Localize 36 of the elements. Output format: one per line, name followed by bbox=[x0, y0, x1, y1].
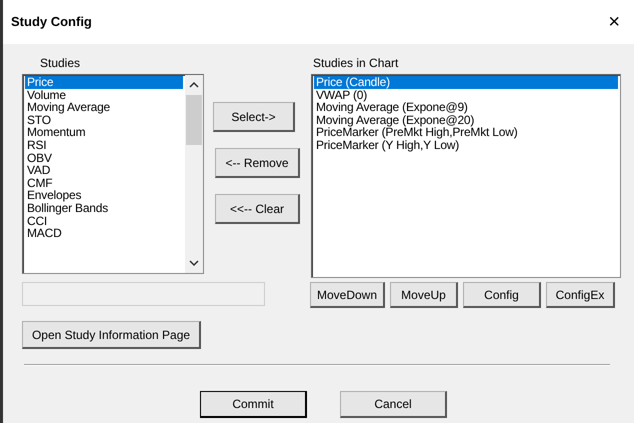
list-item[interactable]: RSI bbox=[25, 138, 183, 152]
list-item[interactable]: PriceMarker (PreMkt High,PreMkt Low) bbox=[314, 126, 618, 139]
list-item[interactable]: STO bbox=[25, 114, 183, 126]
move-up-button[interactable]: MoveUp bbox=[390, 282, 458, 308]
list-item[interactable]: Moving Average (Expone@9) bbox=[314, 101, 618, 114]
list-item[interactable]: MACD bbox=[25, 227, 183, 240]
close-button[interactable]: × bbox=[604, 12, 624, 32]
config-button[interactable]: Config bbox=[463, 282, 541, 308]
list-item[interactable]: Envelopes bbox=[25, 189, 183, 202]
list-item[interactable]: Volume bbox=[25, 88, 183, 102]
list-item[interactable]: Momentum bbox=[25, 126, 183, 139]
info-page-button[interactable]: Open Study Information Page bbox=[22, 321, 201, 349]
cancel-button[interactable]: Cancel bbox=[340, 391, 447, 418]
list-item[interactable]: CCI bbox=[25, 214, 183, 228]
remove-button[interactable]: <-- Remove bbox=[215, 148, 300, 178]
list-item[interactable]: OBV bbox=[25, 152, 183, 164]
list-item[interactable]: Price (Candle) bbox=[314, 76, 618, 89]
move-down-button[interactable]: MoveDown bbox=[310, 282, 385, 308]
window-title: Study Config bbox=[11, 13, 92, 32]
clear-button[interactable]: <<-- Clear bbox=[215, 194, 300, 224]
list-item[interactable]: Moving Average (Expone@20) bbox=[314, 114, 618, 126]
studies-list[interactable]: Price Volume Moving Average STO Momentum RSI OBV VAD CMF Envelopes Bollinger Bands CCI MACD bbox=[22, 74, 204, 274]
list-item[interactable]: VWAP (0) bbox=[314, 88, 618, 102]
commit-button[interactable]: Commit bbox=[200, 391, 307, 418]
list-label: Studies bbox=[40, 55, 80, 72]
config-ex-button[interactable]: ConfigEx bbox=[546, 282, 615, 308]
scrollbar-drawing[interactable] bbox=[185, 75, 203, 273]
list-item[interactable]: Moving Average bbox=[25, 101, 183, 114]
list-label: Studies in Chart bbox=[313, 55, 398, 72]
list-item[interactable]: CMF bbox=[25, 176, 183, 190]
list-item[interactable]: VAD bbox=[25, 164, 183, 177]
select-button[interactable]: Select-> bbox=[213, 102, 295, 132]
chart-studies-list[interactable]: Price (Candle) VWAP (0) Moving Average (Expone@9) Moving Average (Expone@20) PriceMarker (PreMkt High,PreMkt Low) PriceMarker (Y High,Y Low) bbox=[311, 74, 621, 278]
list-item[interactable]: Bollinger Bands bbox=[25, 202, 183, 215]
list-item[interactable]: PriceMarker (Y High,Y Low) bbox=[314, 138, 618, 152]
list-item[interactable]: Price bbox=[25, 76, 183, 89]
